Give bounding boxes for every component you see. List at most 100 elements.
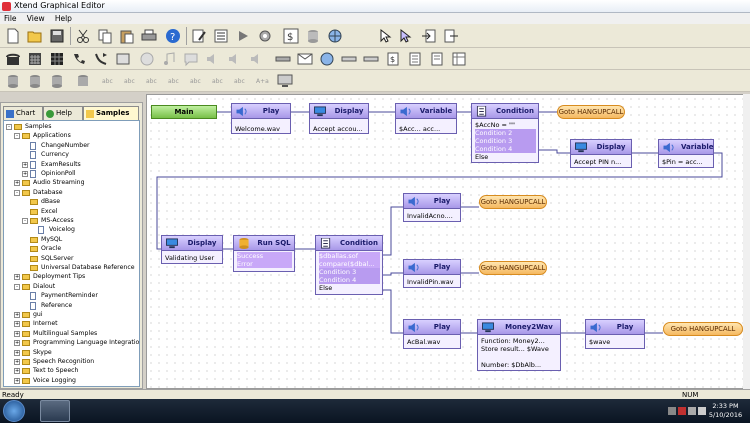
expand-icon[interactable]: + — [14, 368, 20, 375]
block-line[interactable]: InvalidAcno.... — [407, 212, 458, 220]
flow-block-play2[interactable]: Play InvalidAcno.... — [403, 193, 461, 222]
phone-tool-button[interactable] — [4, 50, 22, 68]
abc4-tool-button[interactable]: abc — [166, 72, 184, 90]
flow-canvas[interactable]: Play Welcome.wav Display Accept accou... Var… — [146, 94, 750, 389]
flow-block-variable1[interactable]: Variable $Acc... acc... — [395, 103, 457, 134]
link-pointer-button[interactable] — [396, 27, 414, 45]
mute-tool-button[interactable] — [248, 50, 266, 68]
abc3-tool-button[interactable]: abc — [144, 72, 162, 90]
volume-tool-button[interactable] — [204, 50, 222, 68]
db-open-button[interactable] — [4, 72, 22, 90]
edit-button[interactable] — [190, 27, 208, 45]
tab-samples[interactable]: Samples — [83, 106, 139, 120]
export-button[interactable] — [442, 27, 460, 45]
block-line[interactable]: Accept accou... — [313, 125, 366, 133]
copy-button[interactable] — [96, 27, 114, 45]
block-line[interactable]: Number: $DbAlb... — [481, 361, 558, 369]
bar-tool-button[interactable] — [274, 50, 292, 68]
samples-tree[interactable]: - Samples - Applications ChangeNumber Currenc… — [3, 120, 140, 387]
database-tool-button[interactable] — [304, 27, 322, 45]
block-line[interactable]: Else — [475, 153, 536, 161]
flow-block-display2[interactable]: Display Accept PIN n... — [570, 139, 632, 168]
transfer-tool-button[interactable] — [92, 50, 110, 68]
abc5-tool-button[interactable]: abc — [188, 72, 206, 90]
save-button[interactable] — [48, 27, 66, 45]
keypad-tool-button[interactable] — [26, 50, 44, 68]
collapse-icon[interactable]: - — [6, 124, 12, 130]
expand-icon[interactable]: + — [14, 377, 20, 384]
abc8-tool-button[interactable]: A+a — [254, 72, 272, 90]
menu-view[interactable]: View — [23, 13, 49, 24]
flow-block-play4[interactable]: Play AcBal.wav — [403, 319, 461, 349]
help-button[interactable]: ? — [164, 27, 182, 45]
goto-hangupcall-node[interactable]: Goto HANGUPCALL — [479, 261, 547, 275]
goto-hangupcall-node[interactable]: Goto HANGUPCALL — [557, 105, 625, 119]
settings-button[interactable] — [256, 27, 274, 45]
import-button[interactable] — [420, 27, 438, 45]
flow-block-display3[interactable]: Display Validating User — [161, 235, 223, 264]
block-line[interactable]: Condition 4 — [475, 145, 536, 153]
paste-button[interactable] — [118, 27, 136, 45]
block-line[interactable]: Else — [319, 284, 380, 292]
expand-icon[interactable]: + — [14, 330, 20, 337]
abc6-tool-button[interactable]: abc — [210, 72, 228, 90]
start-button[interactable] — [3, 400, 25, 422]
expand-icon[interactable]: + — [22, 161, 28, 168]
sheet-tool-button[interactable] — [450, 50, 468, 68]
new-file-button[interactable] — [4, 27, 22, 45]
block-line[interactable]: $AccNo = "" — [475, 121, 536, 129]
expand-icon[interactable]: + — [14, 274, 20, 281]
flow-block-condition2[interactable]: Condition $dballas.sof compare($dbal... Con… — [315, 235, 383, 295]
collapse-icon[interactable]: - — [14, 283, 20, 290]
tray-network-icon[interactable] — [688, 407, 696, 415]
flow-block-play3[interactable]: Play InvalidPin.wav — [403, 259, 461, 288]
run-button[interactable] — [234, 27, 252, 45]
block-line[interactable]: Condition 3 — [475, 137, 536, 145]
expand-icon[interactable]: + — [14, 359, 20, 365]
tray-arrow-icon[interactable] — [668, 407, 676, 415]
goto-hangupcall-node[interactable]: Goto HANGUPCALL — [479, 195, 547, 209]
flow-block-runsql[interactable]: Run SQL Success Error — [233, 235, 295, 272]
email-tool-button[interactable] — [296, 50, 314, 68]
block-line[interactable]: Validating User — [165, 254, 220, 262]
flow-block-display1[interactable]: Display Accept accou... — [309, 103, 369, 134]
abc2-tool-button[interactable]: abc — [122, 72, 140, 90]
variable-tool-button[interactable]: $ — [282, 27, 300, 45]
flow-block-condition1[interactable]: Condition $AccNo = "" Condition 2 Condition… — [471, 103, 539, 163]
web-tool-button[interactable] — [318, 50, 336, 68]
taskbar-app-xtend[interactable] — [40, 400, 70, 422]
menu-file[interactable]: File — [0, 13, 21, 24]
flow-block-play5[interactable]: Play $wave — [585, 319, 645, 349]
volume2-tool-button[interactable] — [226, 50, 244, 68]
cut-button[interactable] — [74, 27, 92, 45]
collapse-icon[interactable]: - — [14, 189, 20, 196]
select-pointer-button[interactable] — [376, 27, 394, 45]
block-line[interactable]: Error — [237, 260, 292, 268]
doc-tool-button[interactable] — [406, 50, 424, 68]
monitor-tool-button[interactable] — [276, 72, 294, 90]
tray-flag-icon[interactable] — [678, 407, 686, 415]
block-line[interactable]: Accept PIN n... — [574, 158, 629, 166]
block-line[interactable]: Function: Money2... — [481, 337, 558, 345]
block-line[interactable] — [481, 353, 558, 361]
properties-button[interactable] — [212, 27, 230, 45]
expand-icon[interactable]: + — [14, 340, 20, 347]
network-tool-button[interactable] — [326, 27, 344, 45]
expand-icon[interactable]: + — [14, 321, 20, 328]
block-line[interactable]: $wave — [589, 338, 642, 346]
dial-tool-button[interactable] — [70, 50, 88, 68]
slot2-tool-button[interactable] — [362, 50, 380, 68]
block-line[interactable]: InvalidPin.wav — [407, 278, 458, 286]
tab-chart[interactable]: Chart — [3, 106, 43, 120]
doc-list-tool-button[interactable] — [428, 50, 446, 68]
block-line[interactable]: $Pin = acc... — [662, 158, 711, 166]
block-line[interactable]: Store result... $Wave — [481, 345, 558, 353]
block-line[interactable]: AcBal.wav — [407, 338, 458, 346]
block-line[interactable]: Welcome.wav — [235, 125, 288, 133]
speech-tool-button[interactable] — [182, 50, 200, 68]
system-clock[interactable]: 2:33 PM 5/10/2016 — [703, 402, 748, 420]
flow-block-variable2[interactable]: Variable $Pin = acc... — [658, 139, 714, 168]
block-line[interactable]: $dballas.sof — [319, 252, 380, 260]
dollar-doc-tool-button[interactable]: $ — [384, 50, 402, 68]
menu-help[interactable]: Help — [51, 13, 76, 24]
